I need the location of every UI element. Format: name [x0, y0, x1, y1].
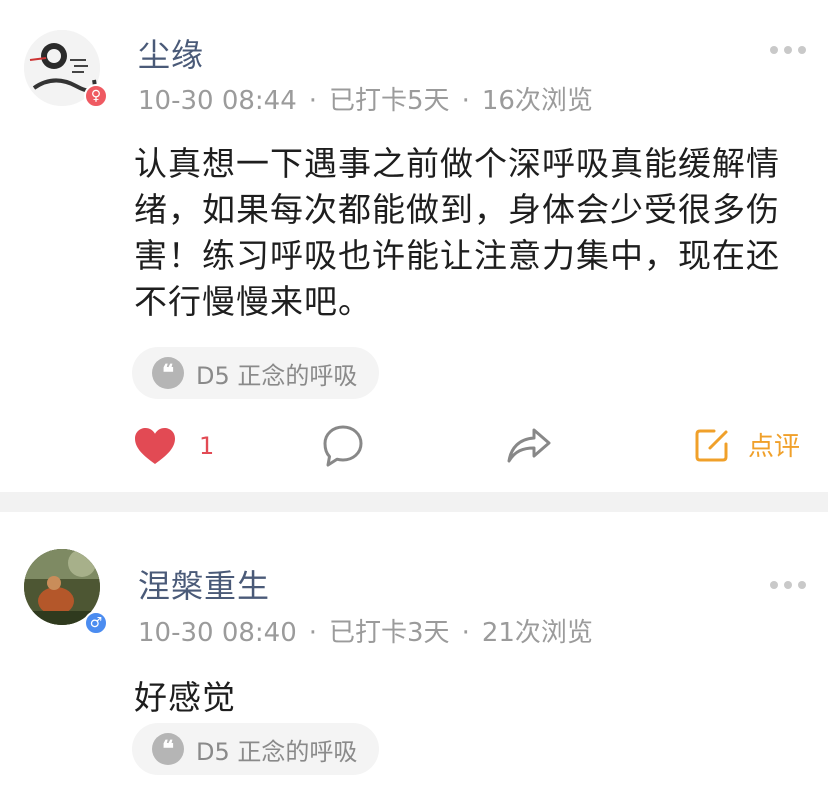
topic-tag-label: D5 正念的呼吸	[196, 737, 358, 766]
more-options-icon[interactable]	[770, 581, 806, 589]
more-dot	[798, 581, 806, 589]
female-gender-icon: ♀	[84, 84, 108, 108]
like-count: 1	[199, 432, 215, 460]
meta-separator: ·	[461, 86, 470, 116]
review-button[interactable]: 点评	[694, 426, 800, 463]
review-label: 点评	[748, 432, 801, 462]
meta-separator: ·	[308, 86, 318, 116]
username[interactable]: 尘缘	[138, 30, 204, 76]
heart-icon	[135, 428, 175, 464]
meta-separator: ·	[461, 618, 470, 648]
post-content: 认真想一下遇事之前做个深呼吸真能缓解情绪，如果每次都能做到，身体会少受很多伤害！…	[134, 144, 780, 321]
post-divider	[0, 492, 828, 512]
comment-button[interactable]	[322, 424, 364, 468]
checkin-days: 已打卡5天	[329, 86, 450, 116]
action-bar: 1 点评	[0, 424, 828, 476]
post-meta: 10-30 08:40 · 已打卡3天 · 21次浏览	[138, 612, 593, 649]
more-dot	[784, 581, 792, 589]
share-icon	[507, 428, 551, 463]
username[interactable]: 涅槃重生	[138, 561, 270, 607]
topic-tag-label: D5 正念的呼吸	[196, 361, 358, 390]
female-symbol: ♀	[90, 88, 102, 104]
share-button[interactable]	[506, 426, 552, 466]
topic-tag[interactable]: ❝ D5 正念的呼吸	[132, 347, 380, 399]
male-gender-icon: ♂	[84, 611, 108, 635]
post-time: 10-30 08:44	[138, 86, 297, 116]
post-card: ♀ 尘缘 10-30 08:44 · 已打卡5天 · 16次浏览 认真想一下遇事之前做个…	[0, 0, 828, 492]
more-dot	[784, 46, 792, 54]
post-meta: 10-30 08:44 · 已打卡5天 · 16次浏览	[138, 80, 593, 117]
meta-separator: ·	[308, 618, 318, 648]
more-dot	[770, 46, 778, 54]
like-button[interactable]: 1	[133, 426, 214, 466]
more-dot	[770, 581, 778, 589]
quote-icon: ❝	[152, 357, 184, 389]
checkin-days: 已打卡3天	[329, 618, 450, 648]
more-dot	[798, 46, 806, 54]
view-count: 21次浏览	[481, 618, 593, 648]
comment-icon	[323, 425, 363, 467]
quote-icon: ❝	[152, 733, 184, 765]
view-count: 16次浏览	[481, 86, 593, 116]
more-options-icon[interactable]	[770, 46, 806, 54]
topic-tag[interactable]: ❝ D5 正念的呼吸	[132, 723, 380, 775]
male-symbol: ♂	[89, 615, 103, 631]
post-content: 好感觉	[134, 678, 236, 717]
post-time: 10-30 08:40	[138, 618, 297, 648]
post-card: ♂ 涅槃重生 10-30 08:40 · 已打卡3天 · 21次浏览 好感觉 ❝ D5 …	[0, 512, 828, 796]
edit-icon	[695, 429, 728, 461]
